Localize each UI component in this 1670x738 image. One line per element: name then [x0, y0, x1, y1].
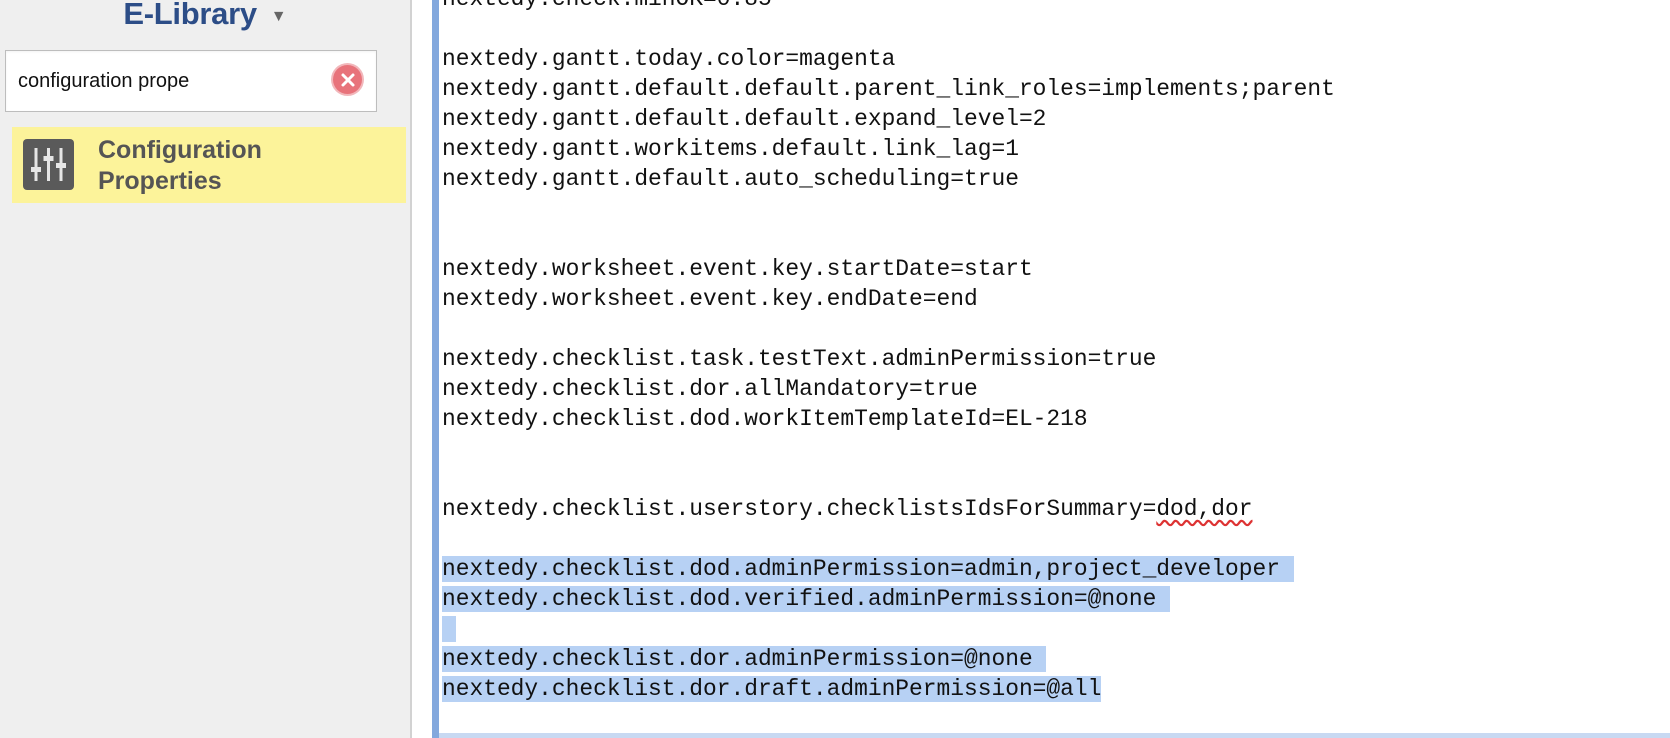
clear-search-icon[interactable]	[333, 65, 362, 94]
editor-line-text: nextedy.gantt.today.color=magenta	[442, 46, 896, 72]
editor-line[interactable]	[442, 194, 1335, 224]
editor-line[interactable]: nextedy.gantt.today.color=magenta	[442, 44, 1335, 74]
editor-line[interactable]: nextedy.checklist.task.testText.adminPer…	[442, 344, 1335, 374]
editor-line[interactable]	[442, 524, 1335, 554]
editor-line[interactable]: nextedy.checklist.dod.adminPermission=ad…	[442, 554, 1335, 584]
editor-line-text: nextedy.worksheet.event.key.startDate=st…	[442, 256, 1033, 282]
search-result-label: Configuration Properties	[98, 135, 398, 197]
search-result-configuration-properties[interactable]: Configuration Properties	[12, 127, 406, 203]
editor-line[interactable]: nextedy.gantt.workitems.default.link_lag…	[442, 134, 1335, 164]
editor-line[interactable]: nextedy.gantt.default.default.expand_lev…	[442, 104, 1335, 134]
search-input[interactable]	[18, 63, 318, 99]
project-selector[interactable]: E-Library ▼	[0, 0, 410, 32]
editor-line[interactable]: nextedy.checklist.dod.workItemTemplateId…	[442, 404, 1335, 434]
result-label-line-1: Configuration	[98, 136, 262, 164]
editor-line-text: nextedy.checklist.task.testText.adminPer…	[442, 346, 1157, 372]
spellcheck-underline: dod,dor	[1156, 496, 1253, 522]
properties-text[interactable]: nextedy.check.minOK=0.85 nextedy.gantt.to…	[442, 0, 1335, 704]
editor-line[interactable]: nextedy.checklist.userstory.checklistsId…	[442, 494, 1335, 524]
editor-line-text: nextedy.gantt.workitems.default.link_lag…	[442, 136, 1019, 162]
dropdown-caret-icon[interactable]: ▼	[271, 8, 287, 26]
editor-line-text: nextedy.check.minOK=0.85	[442, 0, 772, 12]
editor-focus-gutter	[432, 0, 439, 738]
editor-line[interactable]: nextedy.checklist.dod.verified.adminPerm…	[442, 584, 1335, 614]
editor-line[interactable]	[442, 434, 1335, 464]
editor-line[interactable]: nextedy.check.minOK=0.85	[442, 0, 1335, 14]
editor-line[interactable]	[442, 314, 1335, 344]
editor-line[interactable]: nextedy.checklist.dor.allMandatory=true	[442, 374, 1335, 404]
editor-line[interactable]	[442, 224, 1335, 254]
editor-line-text: nextedy.worksheet.event.key.endDate=end	[442, 286, 978, 312]
editor-line[interactable]: nextedy.gantt.default.default.parent_lin…	[442, 74, 1335, 104]
close-icon	[341, 73, 354, 86]
editor-line-text: nextedy.gantt.default.default.parent_lin…	[442, 76, 1335, 102]
editor-line-text: nextedy.gantt.default.auto_scheduling=tr…	[442, 166, 1019, 192]
editor-line[interactable]	[442, 464, 1335, 494]
editor-line[interactable]	[442, 614, 1335, 644]
editor-line-text: nextedy.checklist.dor.adminPermission=@n…	[442, 646, 1047, 672]
editor-line[interactable]: nextedy.gantt.default.auto_scheduling=tr…	[442, 164, 1335, 194]
search-box	[5, 50, 377, 112]
editor-line-text: nextedy.checklist.dor.allMandatory=true	[442, 376, 978, 402]
project-name[interactable]: E-Library	[123, 0, 257, 31]
editor-line[interactable]	[442, 14, 1335, 44]
editor-line[interactable]: nextedy.checklist.dor.adminPermission=@n…	[442, 644, 1335, 674]
editor-line-text	[442, 616, 456, 642]
editor-line[interactable]: nextedy.worksheet.event.key.endDate=end	[442, 284, 1335, 314]
editor-line-text: nextedy.checklist.dod.verified.adminPerm…	[442, 586, 1171, 612]
editor-bottom-border	[439, 733, 1670, 738]
editor-line-text: nextedy.checklist.dod.workItemTemplateId…	[442, 406, 1088, 432]
editor-line[interactable]: nextedy.checklist.dor.draft.adminPermiss…	[442, 674, 1335, 704]
editor-line-text: nextedy.gantt.default.default.expand_lev…	[442, 106, 1047, 132]
result-label-line-2: Properties	[98, 167, 222, 195]
editor-line[interactable]: nextedy.worksheet.event.key.startDate=st…	[442, 254, 1335, 284]
editor-line-text: nextedy.checklist.dor.draft.adminPermiss…	[442, 676, 1102, 702]
sliders-icon	[23, 139, 74, 190]
editor-line-text: nextedy.checklist.userstory.checklistsId…	[442, 496, 1253, 522]
properties-editor[interactable]: nextedy.check.minOK=0.85 nextedy.gantt.to…	[439, 0, 1670, 738]
sidebar: E-Library ▼ Configuration Properties	[0, 0, 412, 738]
editor-line-text: nextedy.checklist.dod.adminPermission=ad…	[442, 556, 1294, 582]
